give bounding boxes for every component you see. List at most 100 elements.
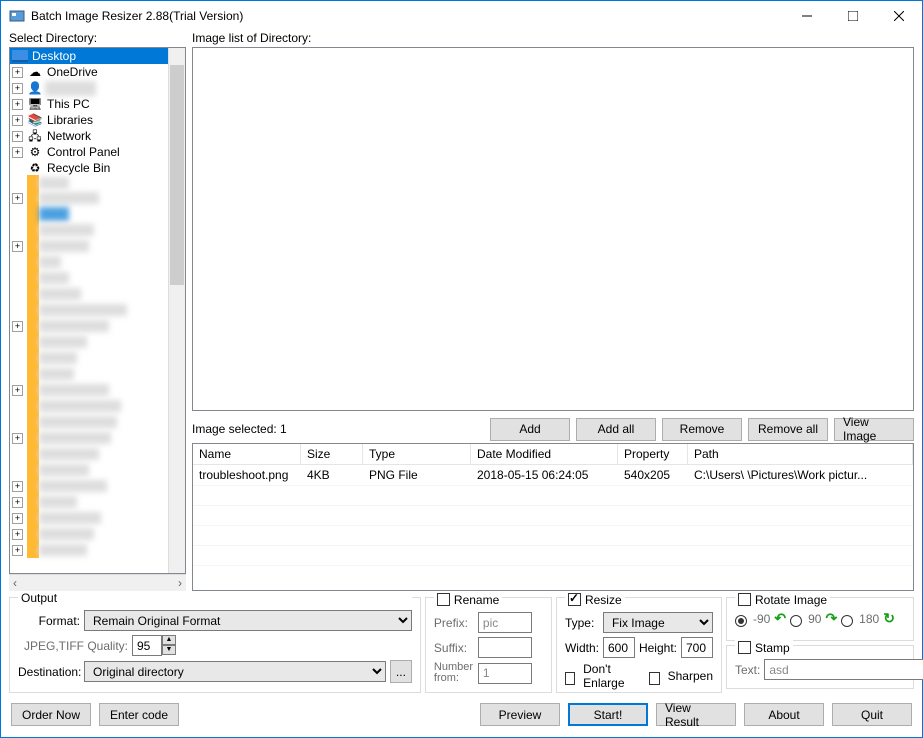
remove-button[interactable]: Remove: [662, 418, 742, 441]
tree-item[interactable]: +: [10, 430, 168, 446]
table-row[interactable]: [193, 506, 913, 526]
close-button[interactable]: [876, 1, 922, 31]
col-path[interactable]: Path: [688, 444, 913, 464]
browse-button[interactable]: ...: [390, 660, 412, 683]
tree-item[interactable]: [10, 398, 168, 414]
view-image-button[interactable]: View Image: [834, 418, 914, 441]
image-preview-area: [192, 47, 914, 411]
resize-type-select[interactable]: Fix Image: [603, 612, 713, 633]
tree-item-thispc[interactable]: +🖥This PC: [10, 96, 168, 112]
title-bar: Batch Image Resizer 2.88(Trial Version): [1, 1, 922, 31]
rotate-90-radio[interactable]: [790, 615, 802, 627]
tree-item[interactable]: [10, 206, 168, 222]
format-select[interactable]: Remain Original Format: [84, 610, 412, 631]
quality-label: JPEG,TIFF Quality:: [18, 639, 128, 653]
tree-item[interactable]: [10, 222, 168, 238]
tree-item[interactable]: [10, 462, 168, 478]
stamp-text-input[interactable]: [764, 659, 923, 680]
recycle-icon: ♻: [27, 160, 43, 176]
tree-item-network[interactable]: +🖧Network: [10, 128, 168, 144]
file-table[interactable]: Name Size Type Date Modified Property Pa…: [192, 443, 914, 591]
tree-item[interactable]: +: [10, 494, 168, 510]
width-input[interactable]: [603, 637, 635, 658]
table-row[interactable]: troubleshoot.png 4KB PNG File 2018-05-15…: [193, 465, 913, 486]
rotate-180-radio[interactable]: [841, 615, 853, 627]
libraries-icon: 📚: [27, 112, 43, 128]
tree-item[interactable]: +: [10, 190, 168, 206]
rotate-left-icon: ↶: [774, 610, 786, 627]
maximize-button[interactable]: [830, 1, 876, 31]
tree-item[interactable]: +: [10, 526, 168, 542]
minimize-button[interactable]: [784, 1, 830, 31]
tree-vertical-scrollbar[interactable]: [168, 48, 185, 573]
spin-down-icon[interactable]: ▼: [162, 645, 176, 655]
rotate-right-icon: ↷: [825, 610, 837, 627]
height-input[interactable]: [681, 637, 713, 658]
col-date[interactable]: Date Modified: [471, 444, 618, 464]
tree-item-recycle[interactable]: ♻Recycle Bin: [10, 160, 168, 176]
tree-item[interactable]: [10, 446, 168, 462]
about-button[interactable]: About: [744, 703, 824, 726]
tree-item[interactable]: [10, 334, 168, 350]
tree-item-onedrive[interactable]: +☁OneDrive: [10, 64, 168, 80]
directory-tree[interactable]: Desktop +☁OneDrive +👤 +🖥This PC +📚Librar…: [9, 47, 186, 574]
tree-item-user[interactable]: +👤: [10, 80, 168, 96]
stamp-group: Stamp Text:Font: [726, 645, 914, 689]
tree-item[interactable]: [10, 366, 168, 382]
tree-root-desktop[interactable]: Desktop: [10, 48, 168, 64]
destination-label: Destination:: [18, 665, 80, 679]
format-label: Format:: [18, 614, 80, 628]
col-type[interactable]: Type: [363, 444, 471, 464]
enter-code-button[interactable]: Enter code: [99, 703, 179, 726]
spin-up-icon[interactable]: ▲: [162, 635, 176, 645]
tree-item-libraries[interactable]: +📚Libraries: [10, 112, 168, 128]
col-size[interactable]: Size: [301, 444, 363, 464]
prefix-input[interactable]: [478, 612, 532, 633]
quit-button[interactable]: Quit: [832, 703, 912, 726]
image-list-label: Image list of Directory:: [192, 31, 914, 47]
col-name[interactable]: Name: [193, 444, 301, 464]
select-directory-label: Select Directory:: [9, 31, 186, 47]
sharpen-checkbox[interactable]: [649, 672, 659, 685]
cpanel-icon: ⚙: [27, 144, 43, 160]
add-all-button[interactable]: Add all: [576, 418, 656, 441]
resize-checkbox[interactable]: [568, 593, 581, 606]
tree-item[interactable]: +: [10, 542, 168, 558]
rotate-n90-radio[interactable]: [735, 615, 747, 627]
tree-item-cpanel[interactable]: +⚙Control Panel: [10, 144, 168, 160]
stamp-checkbox[interactable]: [738, 641, 751, 654]
order-now-button[interactable]: Order Now: [11, 703, 91, 726]
quality-spinner[interactable]: ▲▼: [132, 635, 176, 656]
tree-item[interactable]: +: [10, 238, 168, 254]
tree-item[interactable]: +: [10, 510, 168, 526]
tree-item[interactable]: +: [10, 478, 168, 494]
suffix-input[interactable]: [478, 637, 532, 658]
app-icon: [9, 8, 25, 24]
table-row[interactable]: [193, 526, 913, 546]
destination-select[interactable]: Original directory: [84, 661, 386, 682]
tree-item[interactable]: [10, 350, 168, 366]
tree-item[interactable]: [10, 254, 168, 270]
dont-enlarge-checkbox[interactable]: [565, 672, 575, 685]
remove-all-button[interactable]: Remove all: [748, 418, 828, 441]
rename-checkbox[interactable]: [437, 593, 450, 606]
start-button[interactable]: Start!: [568, 703, 648, 726]
col-property[interactable]: Property: [618, 444, 688, 464]
table-row[interactable]: [193, 486, 913, 506]
tree-horizontal-scrollbar[interactable]: ‹›: [9, 574, 186, 591]
add-button[interactable]: Add: [490, 418, 570, 441]
tree-item[interactable]: +: [10, 318, 168, 334]
tree-item[interactable]: [10, 176, 168, 190]
tree-item[interactable]: [10, 414, 168, 430]
tree-item[interactable]: [10, 302, 168, 318]
tree-item[interactable]: [10, 270, 168, 286]
tree-item[interactable]: [10, 286, 168, 302]
tree-item[interactable]: +: [10, 382, 168, 398]
table-header: Name Size Type Date Modified Property Pa…: [193, 444, 913, 465]
view-result-button[interactable]: View Result: [656, 703, 736, 726]
table-row[interactable]: [193, 546, 913, 566]
preview-button[interactable]: Preview: [480, 703, 560, 726]
window-title: Batch Image Resizer 2.88(Trial Version): [31, 9, 784, 23]
number-input[interactable]: [478, 663, 532, 684]
rotate-checkbox[interactable]: [738, 593, 751, 606]
